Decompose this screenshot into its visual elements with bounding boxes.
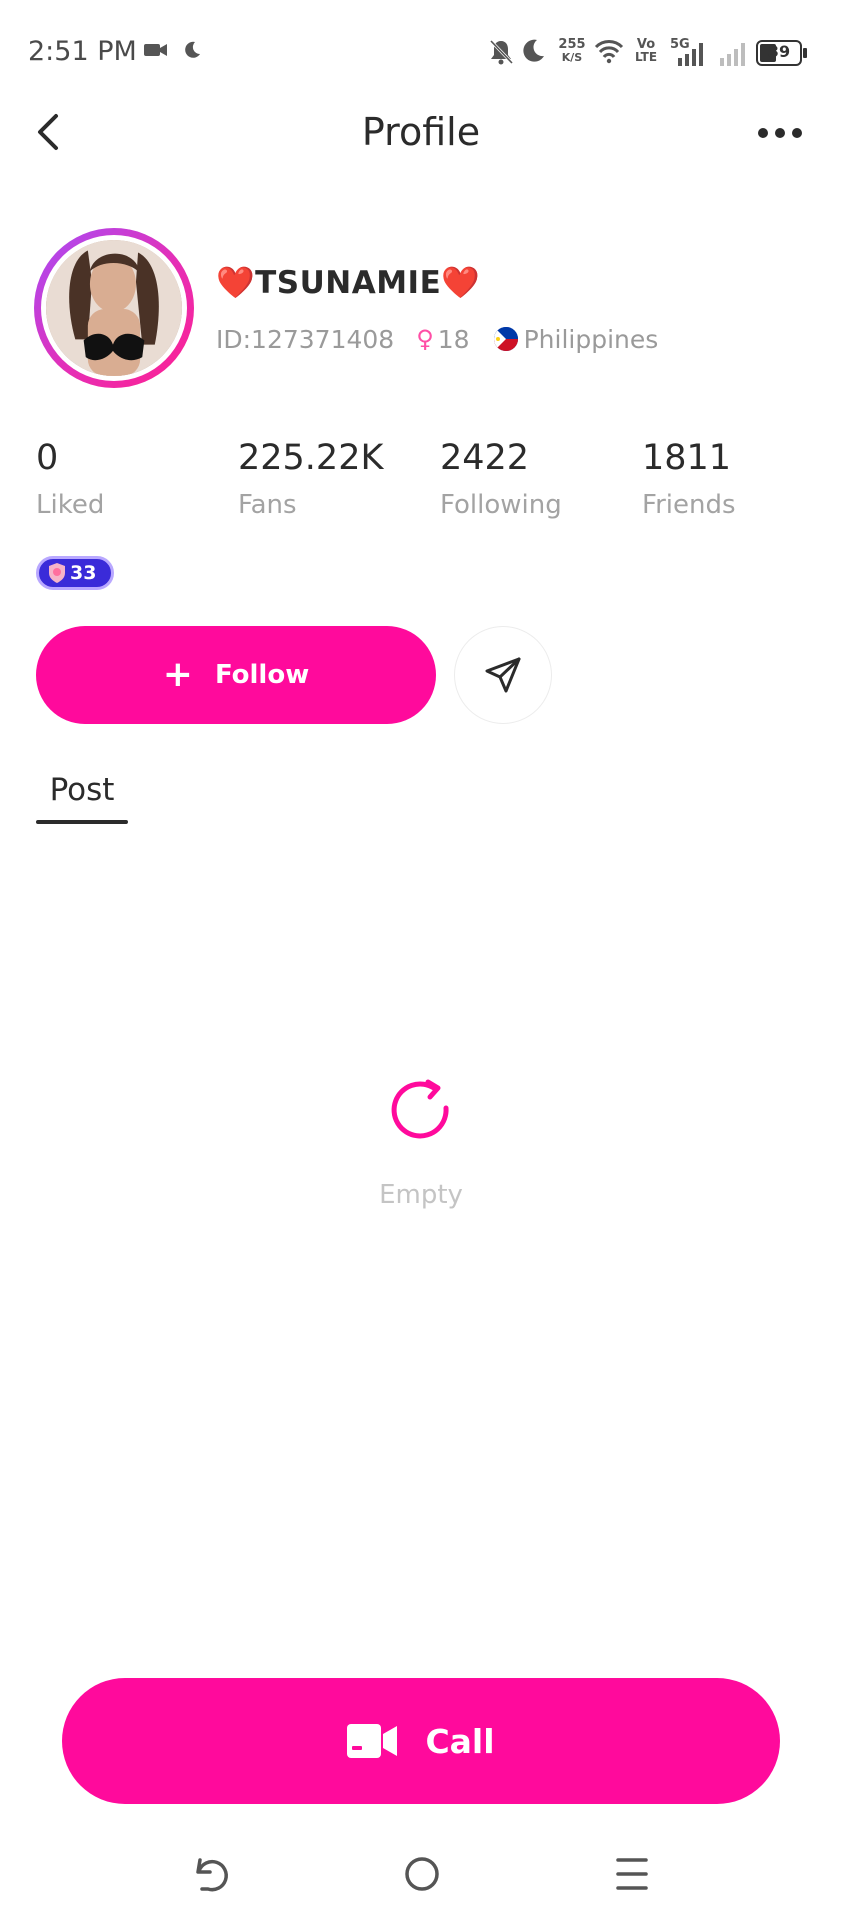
- country-name: Philippines: [523, 324, 659, 354]
- stat-following[interactable]: 2422 Following: [440, 438, 562, 520]
- female-icon: ♀: [416, 325, 434, 353]
- stat-label: Following: [440, 490, 562, 520]
- stat-liked[interactable]: 0 Liked: [36, 438, 104, 520]
- net-speed: 255 K/S: [556, 38, 588, 64]
- signal-icon: [720, 43, 745, 66]
- volte-bottom: LTE: [634, 50, 658, 64]
- shield-badge-icon: [49, 563, 65, 583]
- user-id: ID:127371408: [216, 324, 395, 354]
- stat-value: 0: [36, 438, 59, 478]
- username: ❤️TSUNAMIE❤️: [216, 264, 480, 301]
- stat-label: Friends: [642, 490, 736, 520]
- signal-icon: [678, 43, 703, 66]
- battery-icon: 39: [756, 40, 808, 66]
- stat-value: 225.22K: [238, 438, 384, 478]
- stat-fans[interactable]: 225.22K Fans: [238, 438, 383, 520]
- more-options-button[interactable]: [756, 122, 804, 144]
- video-camera-icon: [144, 44, 167, 56]
- home-nav-icon: [405, 1857, 439, 1891]
- status-time: 2:51 PM: [28, 36, 137, 67]
- empty-state-text: Empty: [379, 1180, 463, 1210]
- back-nav-icon: [196, 1858, 228, 1892]
- send-icon: [485, 657, 521, 693]
- refresh-icon: [391, 1079, 449, 1139]
- net-speed-unit: K/S: [561, 51, 583, 64]
- stat-label: Liked: [36, 490, 105, 520]
- call-label: Call: [425, 1721, 495, 1761]
- message-button[interactable]: [454, 626, 552, 724]
- tab-post[interactable]: Post: [36, 772, 128, 824]
- follow-button[interactable]: + Follow: [36, 626, 436, 724]
- menu-nav-icon: [616, 1858, 648, 1890]
- tab-active-indicator: [36, 820, 128, 824]
- wifi-icon: [594, 40, 624, 64]
- age: 18: [437, 324, 470, 354]
- plus-icon: +: [162, 654, 193, 695]
- net-speed-value: 255: [558, 37, 586, 52]
- level-value: 33: [70, 562, 97, 584]
- philippines-flag-icon: [493, 327, 518, 351]
- bell-off-icon: [489, 39, 514, 65]
- heart-emoji: ❤️: [216, 265, 256, 301]
- moon-icon: [523, 39, 544, 62]
- call-button[interactable]: Call: [62, 1678, 780, 1804]
- nav-menu-button[interactable]: [610, 1852, 654, 1896]
- stat-label: Fans: [238, 490, 297, 520]
- more-horizontal-icon: [758, 128, 802, 138]
- avatar[interactable]: [34, 228, 194, 388]
- volte-indicator: Vo LTE: [630, 38, 662, 64]
- stat-value: 2422: [440, 438, 530, 478]
- stat-friends[interactable]: 1811 Friends: [642, 438, 736, 520]
- nav-back-button[interactable]: [190, 1852, 234, 1896]
- battery-level: 39: [767, 42, 791, 61]
- status-bar: 2:51 PM 255 K/S Vo LTE 5G 39: [0, 0, 842, 104]
- stat-value: 1811: [642, 438, 732, 478]
- moon-icon: [185, 41, 200, 58]
- level-badge: 33: [36, 556, 114, 590]
- country: Philippines: [493, 324, 659, 354]
- video-camera-icon: [347, 1724, 398, 1758]
- follow-label: Follow: [214, 660, 310, 690]
- gender-age: ♀ 18: [416, 325, 469, 354]
- username-text: TSUNAMIE: [255, 265, 442, 301]
- tab-label: Post: [49, 772, 115, 808]
- page-title: Profile: [361, 110, 481, 154]
- nav-home-button[interactable]: [400, 1852, 444, 1896]
- heart-emoji: ❤️: [441, 265, 481, 301]
- avatar-ring: [41, 235, 187, 381]
- profile-photo-image: [46, 240, 182, 376]
- profile-meta: ID:127371408 ♀ 18 Philippines: [216, 322, 658, 356]
- avatar-photo: [46, 240, 182, 376]
